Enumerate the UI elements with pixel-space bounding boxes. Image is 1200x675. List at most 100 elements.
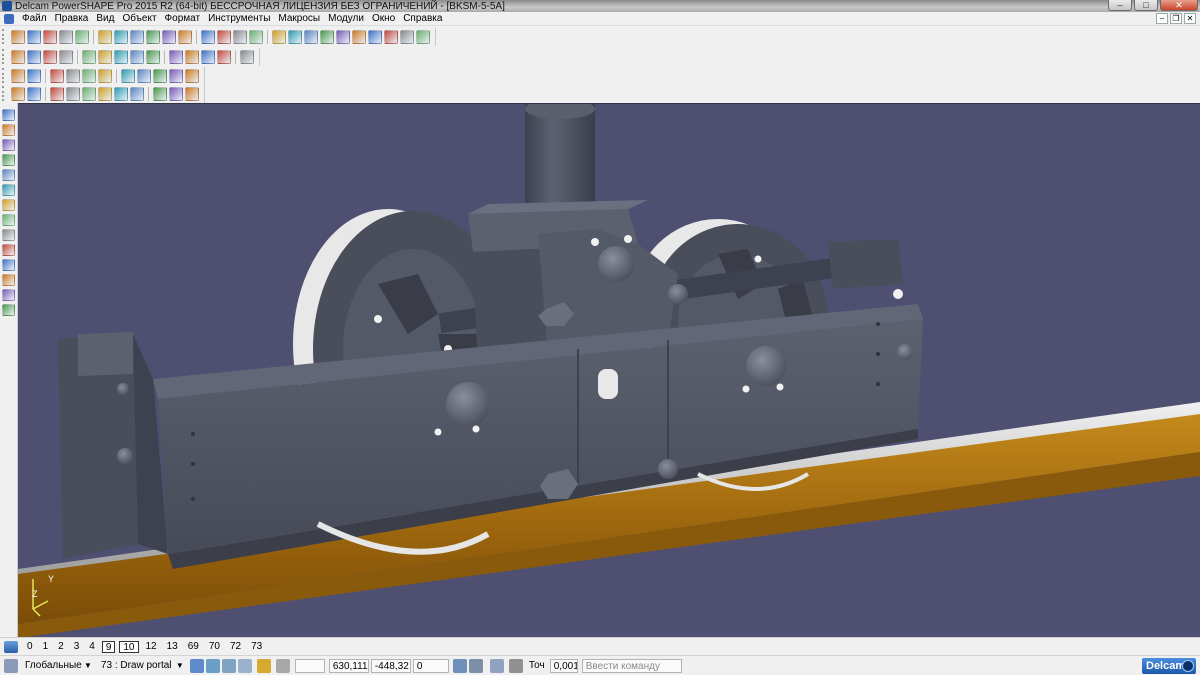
view-iso-icon[interactable] [59,49,73,64]
close-icon[interactable] [11,49,25,64]
draft-icon[interactable] [185,86,199,101]
menu-window[interactable]: Окно [368,13,399,24]
dot-line-icon[interactable] [2,139,15,151]
shell-icon[interactable] [130,86,144,101]
edit-icon[interactable] [27,86,41,101]
layer-button-13[interactable]: 13 [164,641,181,653]
drawing-icon[interactable] [11,68,25,83]
view-front-icon[interactable] [43,49,57,64]
zoom-in-icon[interactable] [98,49,112,64]
document-icon[interactable] [4,13,14,24]
wireframe-shade-icon[interactable] [201,49,215,64]
workplane-select[interactable]: Глобальные [22,659,82,673]
selection-filter-icon[interactable] [237,658,252,673]
snap-icon[interactable] [189,658,204,673]
view-top-icon[interactable] [27,49,41,64]
surface-icon[interactable] [368,29,382,44]
line-icon[interactable] [288,29,302,44]
zoom-out-icon[interactable] [114,49,128,64]
globe-icon[interactable] [169,49,183,64]
select-arrow-icon[interactable] [2,109,15,121]
open-file-icon[interactable] [43,29,57,44]
document-restore-button[interactable]: ❐ [1170,13,1182,24]
workplane-dropdown-icon[interactable]: ▼ [84,661,92,670]
toolbar-grip[interactable] [2,49,8,64]
print-icon[interactable] [98,29,112,44]
tolerance-field[interactable]: 0,001 [549,658,578,673]
layer-button-70[interactable]: 70 [206,641,223,653]
quick-select-icon[interactable] [11,29,25,44]
toolbar-grip[interactable] [2,68,8,83]
layer-button-2[interactable]: 2 [55,641,67,653]
layers-icon[interactable] [4,640,18,653]
box-icon[interactable] [121,68,135,83]
toolbar-grip[interactable] [2,29,8,44]
lightbulb-icon[interactable] [217,49,231,64]
level-select[interactable]: 73 : Draw portal [98,659,174,673]
pan-icon[interactable] [146,49,160,64]
save-icon[interactable] [75,29,89,44]
offset-icon[interactable] [169,86,183,101]
boolean-icon[interactable] [114,86,128,101]
extrude-icon[interactable] [50,86,64,101]
intelligent-cursor-icon[interactable] [221,658,236,673]
curve-icon[interactable] [336,29,350,44]
solid-icon[interactable] [384,29,398,44]
wireframe-icon[interactable] [352,29,366,44]
arc-icon[interactable] [304,29,318,44]
layer-button-73[interactable]: 73 [248,641,265,653]
model-icon[interactable] [27,68,41,83]
undo-icon[interactable] [201,29,215,44]
point-icon[interactable] [272,29,286,44]
menu-modules[interactable]: Модули [324,13,368,24]
y-coordinate[interactable]: -448,32 [370,658,411,673]
copy-icon[interactable] [130,29,144,44]
document-minimize-button[interactable]: – [1156,13,1168,24]
trim-icon[interactable] [153,86,167,101]
z-coordinate[interactable]: 0 [412,658,449,673]
torus-icon[interactable] [153,68,167,83]
rotate-object-icon[interactable] [2,229,15,241]
eraser-icon[interactable] [162,29,176,44]
cut-icon[interactable] [114,29,128,44]
layer-button-1[interactable]: 1 [40,641,52,653]
cone-icon[interactable] [98,68,112,83]
level-dropdown-icon[interactable]: ▼ [176,661,184,670]
workplane-icon[interactable] [4,658,18,673]
toolbar-grip[interactable] [2,86,8,101]
menu-tools[interactable]: Инструменты [204,13,274,24]
layer-button-0[interactable]: 0 [24,641,36,653]
menu-object[interactable]: Объект [118,13,160,24]
revolve-icon[interactable] [185,68,199,83]
close-button[interactable]: ✕ [1160,0,1198,11]
grid-icon[interactable] [275,658,290,673]
menu-file[interactable]: Файл [18,13,51,24]
block-icon[interactable] [66,86,80,101]
layers-icon[interactable] [2,124,15,136]
tools-icon[interactable] [240,49,254,64]
minimize-button[interactable]: – [1108,0,1132,11]
repeat-icon[interactable] [233,29,247,44]
layer-button-4[interactable]: 4 [86,641,98,653]
menu-help[interactable]: Справка [399,13,446,24]
mirror-icon[interactable] [2,184,15,196]
open-recent-icon[interactable] [59,29,73,44]
wrench-icon[interactable] [416,29,430,44]
circle-icon[interactable] [320,29,334,44]
layer-button-10[interactable]: 10 [119,640,139,653]
redo-icon[interactable] [217,29,231,44]
repair-icon[interactable] [2,274,15,286]
chamfer-icon[interactable] [98,86,112,101]
copy-move-icon[interactable] [2,199,15,211]
morph-icon[interactable] [2,244,15,256]
paste-icon[interactable] [146,29,160,44]
menu-format[interactable]: Формат [161,13,205,24]
smart-cursor-icon[interactable] [205,658,220,673]
menu-macros[interactable]: Макросы [274,13,324,24]
graphics-viewport[interactable]: Y Z [18,103,1200,637]
command-input[interactable]: Ввести команду [581,658,682,673]
lock-icon[interactable] [256,658,271,673]
menu-edit[interactable]: Правка [51,13,93,24]
pcb-icon[interactable] [2,304,15,316]
sphere-icon[interactable] [11,86,25,101]
